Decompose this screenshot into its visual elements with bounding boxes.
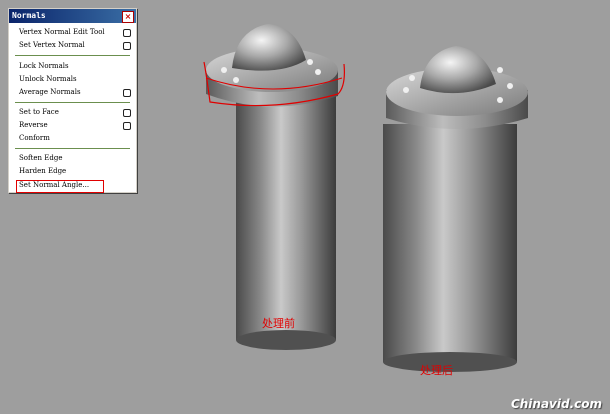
panel-titlebar[interactable]: Normals × (9, 9, 136, 23)
object-after[interactable] (383, 46, 528, 372)
menu-item-unlock-normals[interactable]: Unlock Normals (19, 73, 77, 85)
object-before[interactable] (203, 24, 345, 350)
menu-separator (15, 148, 130, 149)
watermark: Chinavid.com (510, 397, 602, 411)
menu-item-reverse[interactable]: Reverse (19, 119, 48, 131)
menu-item-vertex-normal-edit-tool[interactable]: Vertex Normal Edit Tool (19, 26, 105, 38)
panel-title: Normals (12, 11, 46, 20)
option-box-icon[interactable] (123, 109, 131, 117)
option-box-icon[interactable] (123, 29, 131, 37)
normals-panel: Normals × Vertex Normal Edit Tool Set Ve… (8, 8, 137, 193)
menu-item-set-vertex-normal[interactable]: Set Vertex Normal (19, 39, 85, 51)
menu-item-average-normals[interactable]: Average Normals (19, 86, 81, 98)
close-icon[interactable]: × (122, 11, 134, 23)
menu-separator (15, 55, 130, 56)
label-after: 处理后 (420, 364, 453, 377)
option-box-icon[interactable] (123, 42, 131, 50)
highlight-box (16, 180, 104, 193)
menu-item-soften-edge[interactable]: Soften Edge (19, 152, 63, 164)
menu-item-harden-edge[interactable]: Harden Edge (19, 165, 66, 177)
menu-item-set-to-face[interactable]: Set to Face (19, 106, 59, 118)
label-before: 处理前 (262, 317, 295, 330)
menu-separator (15, 102, 130, 103)
menu-item-lock-normals[interactable]: Lock Normals (19, 60, 69, 72)
option-box-icon[interactable] (123, 122, 131, 130)
menu-item-conform[interactable]: Conform (19, 132, 50, 144)
option-box-icon[interactable] (123, 89, 131, 97)
